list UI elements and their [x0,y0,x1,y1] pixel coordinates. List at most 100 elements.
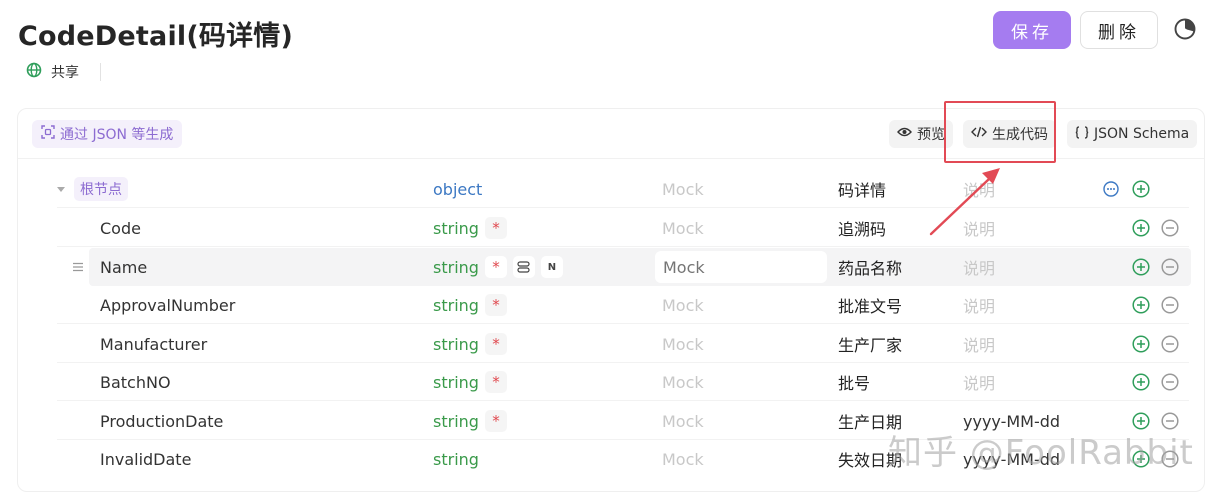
plus-circle-icon [1132,258,1150,276]
add-field-button[interactable] [1132,363,1150,401]
field-description-input[interactable]: 说明 [963,363,995,401]
share-status[interactable]: 共享 [26,62,101,82]
more-icon [1103,181,1119,197]
remove-field-button[interactable] [1161,325,1179,363]
caret-down-icon [57,187,65,192]
field-type-select[interactable]: string [433,335,479,354]
schema-row: ApprovalNumber string * Mock 批准文号 说明 [17,286,1205,324]
collapse-toggle[interactable] [57,170,65,208]
field-description-input[interactable]: 说明 [963,248,995,286]
json-schema-label: JSON Schema [1094,126,1190,142]
schema-row-root: 根节点 object Mock 码详情 说明 [17,170,1205,208]
add-field-button[interactable] [1132,325,1150,363]
watermark: 知乎 @FoolRabbit [888,433,1194,473]
field-name-input[interactable]: ApprovalNumber [100,286,235,324]
nullable-toggle[interactable]: N [540,256,563,278]
field-description-input[interactable]: 说明 [963,286,995,324]
globe-icon [26,62,42,82]
drag-handle-icon [73,262,83,272]
mock-input[interactable] [655,251,827,283]
mock-input[interactable]: Mock [662,363,704,401]
field-title-input[interactable]: 批号 [838,363,870,401]
required-toggle[interactable]: * [484,256,507,278]
field-description-input[interactable]: 说明 [963,325,995,363]
drag-handle[interactable] [72,248,84,286]
field-type-select[interactable]: string [433,412,479,431]
add-field-button[interactable] [1132,248,1150,286]
mock-input[interactable]: Mock [662,209,704,247]
delete-button[interactable]: 删除 [1080,11,1158,49]
field-type-select[interactable]: string [433,219,479,238]
field-name-input[interactable]: Code [100,209,141,247]
field-type-select[interactable]: string [433,450,479,469]
required-toggle[interactable]: * [484,410,507,432]
field-settings-button[interactable] [512,256,535,278]
plus-circle-icon [1132,335,1150,353]
field-description-input[interactable]: 说明 [963,170,995,208]
minus-circle-icon [1161,335,1179,353]
field-type-select[interactable]: string [433,373,479,392]
plus-circle-icon [1132,219,1150,237]
preview-label: 预览 [917,127,945,143]
minus-circle-icon [1161,219,1179,237]
eye-icon [897,126,912,142]
field-title-input[interactable]: 生产厂家 [838,325,902,363]
more-options-button[interactable] [1103,170,1119,208]
generate-from-json-button[interactable]: 通过 JSON 等生成 [32,120,183,148]
mock-input[interactable]: Mock [662,286,704,324]
add-field-button[interactable] [1132,170,1150,208]
remove-field-button[interactable] [1161,248,1179,286]
json-schema-button[interactable]: JSON Schema [1067,120,1198,148]
field-name-input[interactable]: ProductionDate [100,402,223,440]
add-field-button[interactable] [1132,209,1150,247]
plus-circle-icon [1132,180,1150,198]
field-name-input[interactable]: BatchNO [100,363,171,401]
divider [100,63,101,81]
field-title-input[interactable]: 药品名称 [838,248,902,286]
divider [57,400,1189,401]
history-icon [1173,17,1197,45]
settings-icon [517,261,531,273]
add-field-button[interactable] [1132,286,1150,324]
save-button[interactable]: 保存 [993,11,1071,49]
history-button[interactable] [1170,16,1200,46]
required-toggle[interactable]: * [484,294,507,316]
field-title-input[interactable]: 批准文号 [838,286,902,324]
remove-field-button[interactable] [1161,209,1179,247]
schema-row: Name string * N 药品名称 说明 [17,248,1205,286]
minus-circle-icon [1161,258,1179,276]
divider [57,323,1189,324]
required-toggle[interactable]: * [484,371,507,393]
schema-row: Code string * Mock 追溯码 说明 [17,209,1205,247]
annotation-highlight-box [944,101,1056,163]
field-title-input[interactable]: 追溯码 [838,209,886,247]
minus-circle-icon [1161,296,1179,314]
schema-row: BatchNO string * Mock 批号 说明 [17,363,1205,401]
generate-from-json-label: 通过 JSON 等生成 [60,127,174,143]
page-title: CodeDetail(码详情) [18,21,294,52]
field-name-input[interactable]: InvalidDate [100,440,191,478]
share-label: 共享 [51,65,79,81]
divider [57,246,1189,247]
root-node-label: 根节点 [74,177,128,201]
schema-row: Manufacturer string * Mock 生产厂家 说明 [17,325,1205,363]
required-toggle[interactable]: * [484,217,507,239]
field-type-select[interactable]: string [433,296,479,315]
mock-input[interactable]: Mock [662,170,704,208]
minus-circle-icon [1161,373,1179,391]
field-name-input[interactable]: Manufacturer [100,325,207,363]
mock-input[interactable]: Mock [662,325,704,363]
remove-field-button[interactable] [1161,286,1179,324]
remove-field-button[interactable] [1161,363,1179,401]
field-name-input[interactable]: Name [100,248,147,286]
mock-input[interactable]: Mock [662,402,704,440]
field-type-select[interactable]: string [433,258,479,277]
plus-circle-icon [1132,373,1150,391]
divider [57,207,1189,208]
scan-icon [41,125,55,143]
mock-input[interactable]: Mock [662,440,704,478]
field-type-select[interactable]: object [433,170,482,208]
field-title-input[interactable]: 码详情 [838,170,886,208]
required-toggle[interactable]: * [484,333,507,355]
field-description-input[interactable]: 说明 [963,209,995,247]
